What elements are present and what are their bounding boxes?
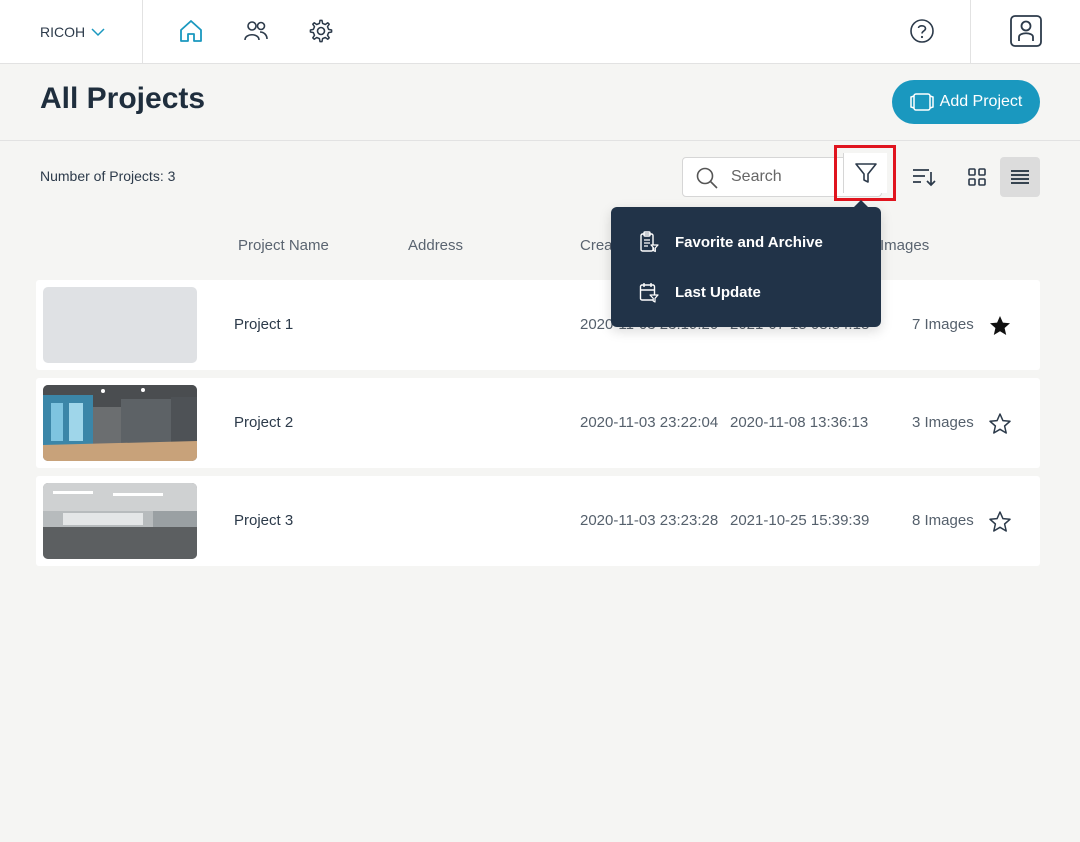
project-row[interactable]: Project 1 2020-11-03 23:19:20 2021-07-15… — [36, 280, 1040, 370]
home-icon[interactable] — [174, 14, 208, 48]
add-project-label: Add Project — [939, 93, 1023, 110]
filter-button[interactable] — [834, 145, 896, 201]
project-thumbnail — [43, 385, 197, 461]
project-name: Project 3 — [234, 512, 294, 529]
filter-icon — [854, 163, 877, 183]
column-header-images[interactable]: Images — [880, 237, 929, 254]
filter-dropdown-menu: Favorite and Archive Last Update — [611, 200, 881, 327]
search-input[interactable] — [731, 166, 831, 188]
menu-item-favorite-archive[interactable]: Favorite and Archive — [611, 217, 881, 267]
project-row[interactable]: Project 2 2020-11-03 23:22:04 2020-11-08… — [36, 378, 1040, 468]
menu-item-label: Last Update — [675, 283, 761, 301]
help-icon[interactable] — [905, 14, 939, 48]
grid-view-button[interactable] — [960, 160, 994, 194]
project-thumbnail — [43, 483, 197, 559]
project-name: Project 2 — [234, 414, 294, 431]
list-icon — [1011, 170, 1029, 184]
star-filled-icon[interactable] — [988, 314, 1012, 338]
org-name: RICOH — [40, 23, 86, 40]
project-count: Number of Projects: 3 — [40, 168, 176, 184]
divider — [970, 0, 971, 63]
column-header-created[interactable]: Crea — [580, 237, 613, 254]
project-created: 2020-11-03 23:22:04 — [580, 414, 719, 431]
list-view-button[interactable] — [1000, 157, 1040, 197]
sort-button[interactable] — [906, 160, 942, 194]
project-created: 2020-11-03 23:23:28 — [580, 512, 719, 529]
project-images: 3 Images — [912, 414, 974, 431]
clipboard-filter-icon — [640, 231, 659, 253]
column-header-name[interactable]: Project Name — [238, 237, 329, 254]
search-icon — [695, 166, 719, 195]
users-icon[interactable] — [239, 14, 273, 48]
star-outline-icon[interactable] — [988, 412, 1012, 436]
settings-icon[interactable] — [304, 14, 338, 48]
dropdown-caret — [853, 200, 869, 208]
star-outline-icon[interactable] — [988, 510, 1012, 534]
column-header-address[interactable]: Address — [408, 237, 463, 254]
page-title: All Projects — [40, 82, 206, 115]
page-header: All Projects Add Project — [0, 64, 1080, 141]
project-thumbnail — [43, 287, 197, 363]
panorama-icon — [909, 93, 934, 111]
grid-icon — [968, 168, 986, 186]
chevron-down-icon — [91, 27, 105, 37]
calendar-filter-icon — [639, 283, 659, 303]
user-icon[interactable] — [1008, 13, 1044, 49]
add-project-button[interactable]: Add Project — [892, 80, 1040, 124]
filter-button-inner — [843, 153, 887, 193]
top-bar: RICOH — [0, 0, 1080, 64]
project-name: Project 1 — [234, 316, 294, 333]
project-updated: 2020-11-08 13:36:13 — [730, 414, 869, 431]
project-row[interactable]: Project 3 2020-11-03 23:23:28 2021-10-25… — [36, 476, 1040, 566]
sort-icon — [913, 169, 936, 187]
project-images: 7 Images — [912, 316, 974, 333]
menu-item-last-update[interactable]: Last Update — [611, 267, 881, 317]
project-updated: 2021-10-25 15:39:39 — [730, 512, 870, 529]
menu-item-label: Favorite and Archive — [675, 233, 823, 251]
org-switcher[interactable]: RICOH — [0, 0, 143, 63]
project-images: 8 Images — [912, 512, 974, 529]
